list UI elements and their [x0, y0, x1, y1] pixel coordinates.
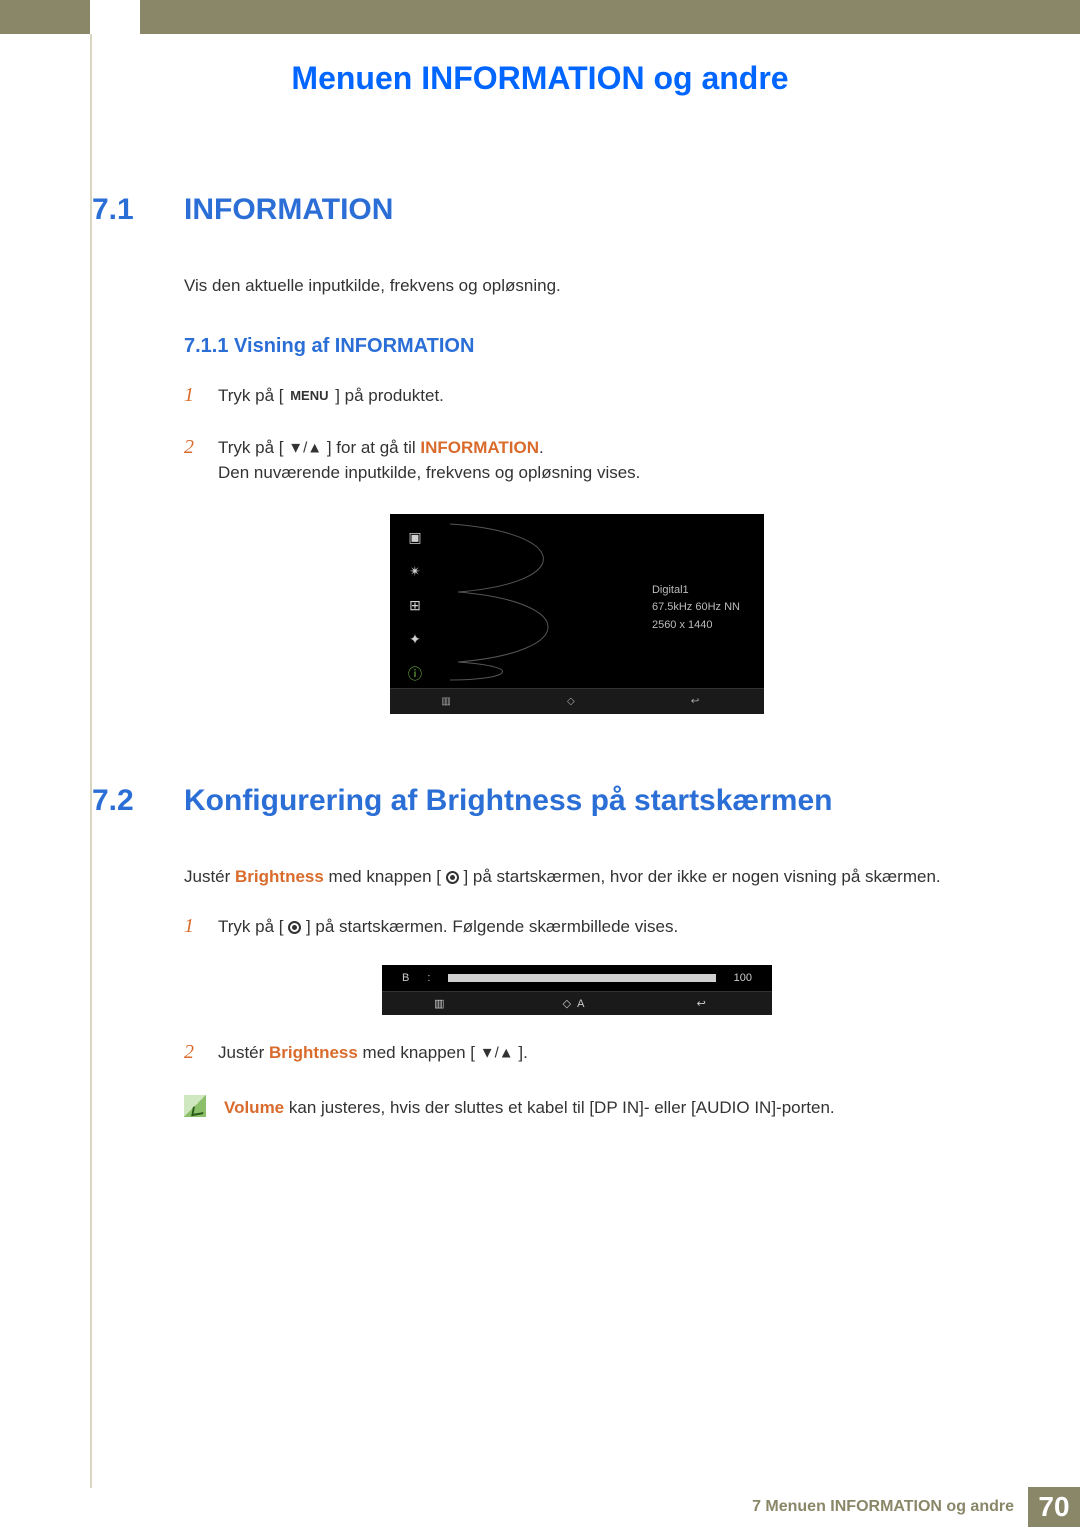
- jog-button-icon: [288, 921, 301, 934]
- down-up-arrow-icon: ▼/▲: [288, 439, 322, 456]
- page-title: Menuen INFORMATION og andre: [0, 60, 1080, 97]
- return-icon: ↩: [697, 997, 706, 1010]
- step-number: 2: [184, 432, 200, 462]
- text: Tryk på [: [218, 386, 288, 405]
- adjust-icon: ◇: [563, 997, 571, 1010]
- brightness-value: 100: [734, 972, 752, 984]
- step-number: 1: [184, 911, 200, 941]
- auto-icon: ▥: [434, 997, 444, 1010]
- osd-resolution: 2560 x 1440: [652, 617, 740, 635]
- setup-icon: ✦: [404, 630, 426, 650]
- osd-frequency: 67.5kHz 60Hz NN: [652, 599, 740, 617]
- size-icon: ⊞: [404, 596, 426, 616]
- text: med knappen [: [324, 867, 446, 886]
- header-bar: [0, 0, 1080, 34]
- step-body: Justér Brightness med knappen [ ▼/▲ ].: [218, 1040, 970, 1066]
- page-number: 70: [1028, 1487, 1080, 1527]
- osd-menu-list: ▣ ⠀ ✴ ⠀ ⊞ ⠀ ✦ ⠀ ⓘ ⠀: [404, 528, 452, 684]
- step-1: 1 Tryk på [ ] på startskærmen. Følgende …: [184, 911, 970, 941]
- note-icon: [184, 1095, 206, 1117]
- text: med knappen [: [358, 1043, 480, 1062]
- down-up-arrow-icon: ▼/▲: [480, 1044, 514, 1061]
- osd-label: ⠀: [434, 600, 441, 611]
- step-body: Tryk på [ MENU ] på produktet.: [218, 383, 970, 409]
- header-tab: [90, 0, 140, 34]
- volume-keyword: Volume: [224, 1098, 284, 1117]
- text: .: [539, 438, 544, 457]
- text: Justér: [218, 1043, 269, 1062]
- note: Volume kan justeres, hvis der sluttes et…: [184, 1095, 970, 1121]
- text: Den nuværende inputkilde, frekvens og op…: [218, 463, 640, 482]
- brightness-label: B: [402, 972, 409, 984]
- footer-chapter: 7 Menuen INFORMATION og andre: [752, 1498, 1014, 1516]
- return-icon: ↩: [691, 696, 699, 707]
- text: kan justeres, hvis der sluttes et kabel …: [284, 1098, 835, 1117]
- section-title: Konfigurering af Brightness på startskær…: [184, 784, 832, 818]
- osd-screenshot: ▣ ⠀ ✴ ⠀ ⊞ ⠀ ✦ ⠀ ⓘ ⠀ Digital1 67.5kHz 60Hz NN …: [390, 514, 764, 714]
- section-title: INFORMATION: [184, 193, 393, 227]
- text: Tryk på [: [218, 917, 288, 936]
- osd-label: ⠀: [434, 634, 441, 645]
- section-number: 7.2: [92, 784, 150, 818]
- intro-paragraph: Vis den aktuelle inputkilde, frekvens og…: [184, 273, 970, 299]
- step-number: 1: [184, 380, 200, 410]
- info-icon: ⓘ: [404, 664, 426, 684]
- osd-footer: ▥⠀ ◇⠀ ↩⠀: [390, 688, 764, 714]
- picture-icon: ▣: [404, 528, 426, 548]
- color-icon: ✴: [404, 562, 426, 582]
- left-border: [90, 34, 92, 1488]
- information-keyword: INFORMATION: [420, 438, 539, 457]
- osd-label: ⠀: [434, 668, 441, 679]
- osd-label: ⠀: [434, 532, 441, 543]
- text: ].: [514, 1043, 528, 1062]
- text: ] på startskærmen. Følgende skærmbillede…: [301, 917, 678, 936]
- note-text: Volume kan justeres, hvis der sluttes et…: [224, 1095, 835, 1121]
- jog-button-icon: [446, 871, 459, 884]
- text: Justér: [184, 867, 235, 886]
- menu-button-label: MENU: [288, 386, 330, 406]
- brightness-keyword: Brightness: [235, 867, 324, 886]
- osd-label: ⠀: [434, 566, 441, 577]
- osd-curve: [448, 522, 588, 682]
- auto-icon: ▥: [441, 696, 450, 707]
- step-body: Tryk på [ ▼/▲ ] for at gå til INFORMATIO…: [218, 435, 970, 486]
- section-heading: 7.2 Konfigurering af Brightness på start…: [92, 784, 970, 818]
- brightness-keyword: Brightness: [269, 1043, 358, 1062]
- brightness-track: [448, 974, 715, 982]
- intro-paragraph: Justér Brightness med knappen [ ] på sta…: [184, 864, 970, 890]
- step-2: 2 Justér Brightness med knappen [ ▼/▲ ].: [184, 1037, 970, 1067]
- step-number: 2: [184, 1037, 200, 1067]
- step-1: 1 Tryk på [ MENU ] på produktet.: [184, 380, 970, 410]
- page-footer: 7 Menuen INFORMATION og andre 70: [0, 1487, 1080, 1527]
- step-2: 2 Tryk på [ ▼/▲ ] for at gå til INFORMAT…: [184, 432, 970, 486]
- text: ] for at gå til: [322, 438, 420, 457]
- section-number: 7.1: [92, 193, 150, 227]
- brightness-bar-screenshot: B : 100 ▥⠀ ◇ A⠀ ↩⠀: [382, 965, 772, 1015]
- text: ] på produktet.: [331, 386, 444, 405]
- osd-info-panel: Digital1 67.5kHz 60Hz NN 2560 x 1440: [652, 582, 740, 635]
- text: ] på startskærmen, hvor der ikke er noge…: [459, 867, 941, 886]
- step-body: Tryk på [ ] på startskærmen. Følgende sk…: [218, 914, 970, 940]
- move-icon: ◇: [567, 696, 575, 707]
- text: Tryk på [: [218, 438, 288, 457]
- section-heading: 7.1 INFORMATION: [92, 193, 970, 227]
- subsection-heading: 7.1.1 Visning af INFORMATION: [184, 335, 970, 358]
- osd-source: Digital1: [652, 582, 740, 600]
